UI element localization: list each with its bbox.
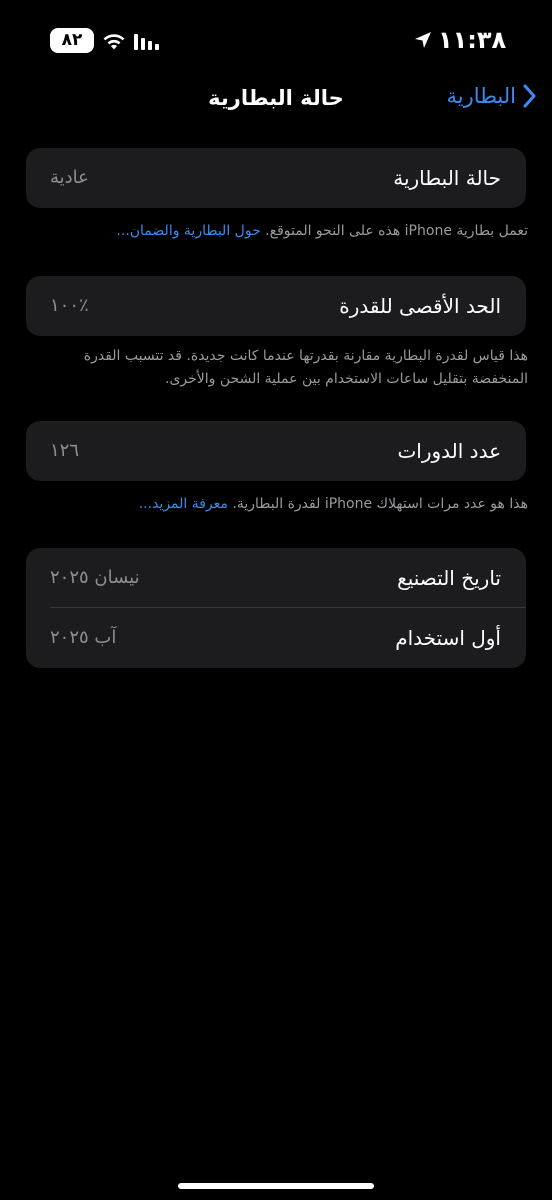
dates-card: تاريخ التصنيع نيسان ٢٠٢٥ أول استخدام آب … — [26, 548, 526, 668]
max-capacity-label: الحد الأقصى للقدرة — [339, 294, 501, 318]
home-indicator[interactable] — [178, 1183, 374, 1189]
cycle-count-label: عدد الدورات — [397, 439, 501, 463]
learn-more-link[interactable]: معرفة المزيد... — [139, 496, 228, 512]
first-use-value: آب ٢٠٢٥ — [50, 627, 117, 648]
wifi-icon — [103, 33, 125, 49]
cycle-count-row: عدد الدورات ١٢٦ — [26, 421, 526, 481]
cellular-signal-icon — [134, 33, 159, 50]
battery-health-card: حالة البطارية عادية — [26, 148, 526, 208]
first-use-row: أول استخدام آب ٢٠٢٥ — [26, 608, 526, 668]
max-capacity-footnote: هذا قياس لقدرة البطارية مقارنة بقدرتها ع… — [83, 348, 528, 387]
location-arrow-icon — [415, 32, 431, 48]
max-capacity-card: الحد الأقصى للقدرة ٪١٠٠ — [26, 276, 526, 336]
battery-health-label: حالة البطارية — [393, 166, 501, 190]
time-text: ١١:٣٨ — [438, 26, 507, 54]
manufacture-date-row: تاريخ التصنيع نيسان ٢٠٢٥ — [26, 548, 526, 608]
battery-health-value: عادية — [50, 167, 89, 188]
first-use-label: أول استخدام — [395, 626, 501, 650]
cycle-count-value: ١٢٦ — [50, 440, 80, 461]
manufacture-date-value: نيسان ٢٠٢٥ — [50, 567, 140, 588]
manufacture-date-label: تاريخ التصنيع — [397, 566, 501, 590]
max-capacity-row: الحد الأقصى للقدرة ٪١٠٠ — [26, 276, 526, 336]
battery-warranty-link[interactable]: حول البطارية والضمان... — [116, 223, 260, 239]
battery-health-footnote: تعمل بطارية iPhone هذه على النحو المتوقع… — [34, 220, 528, 243]
max-capacity-value: ٪١٠٠ — [50, 295, 89, 316]
battery-health-footnote-text: تعمل بطارية iPhone هذه على النحو المتوقع… — [260, 223, 528, 239]
page-title: حالة البطارية — [208, 86, 344, 110]
cycle-count-card: عدد الدورات ١٢٦ — [26, 421, 526, 481]
navigation-bar: البطارية حالة البطارية — [0, 70, 552, 130]
battery-health-row: حالة البطارية عادية — [26, 148, 526, 208]
status-time: ١١:٣٨ — [412, 26, 506, 54]
cycle-count-footnote: هذا هو عدد مرات استهلاك iPhone لقدرة الب… — [34, 493, 528, 516]
status-icons: ٨٢ — [50, 28, 162, 53]
status-bar: ٨٢ ١١:٣٨ — [0, 0, 552, 80]
cycle-count-footnote-text: هذا هو عدد مرات استهلاك iPhone لقدرة الب… — [227, 496, 528, 512]
battery-indicator: ٨٢ — [50, 28, 94, 53]
